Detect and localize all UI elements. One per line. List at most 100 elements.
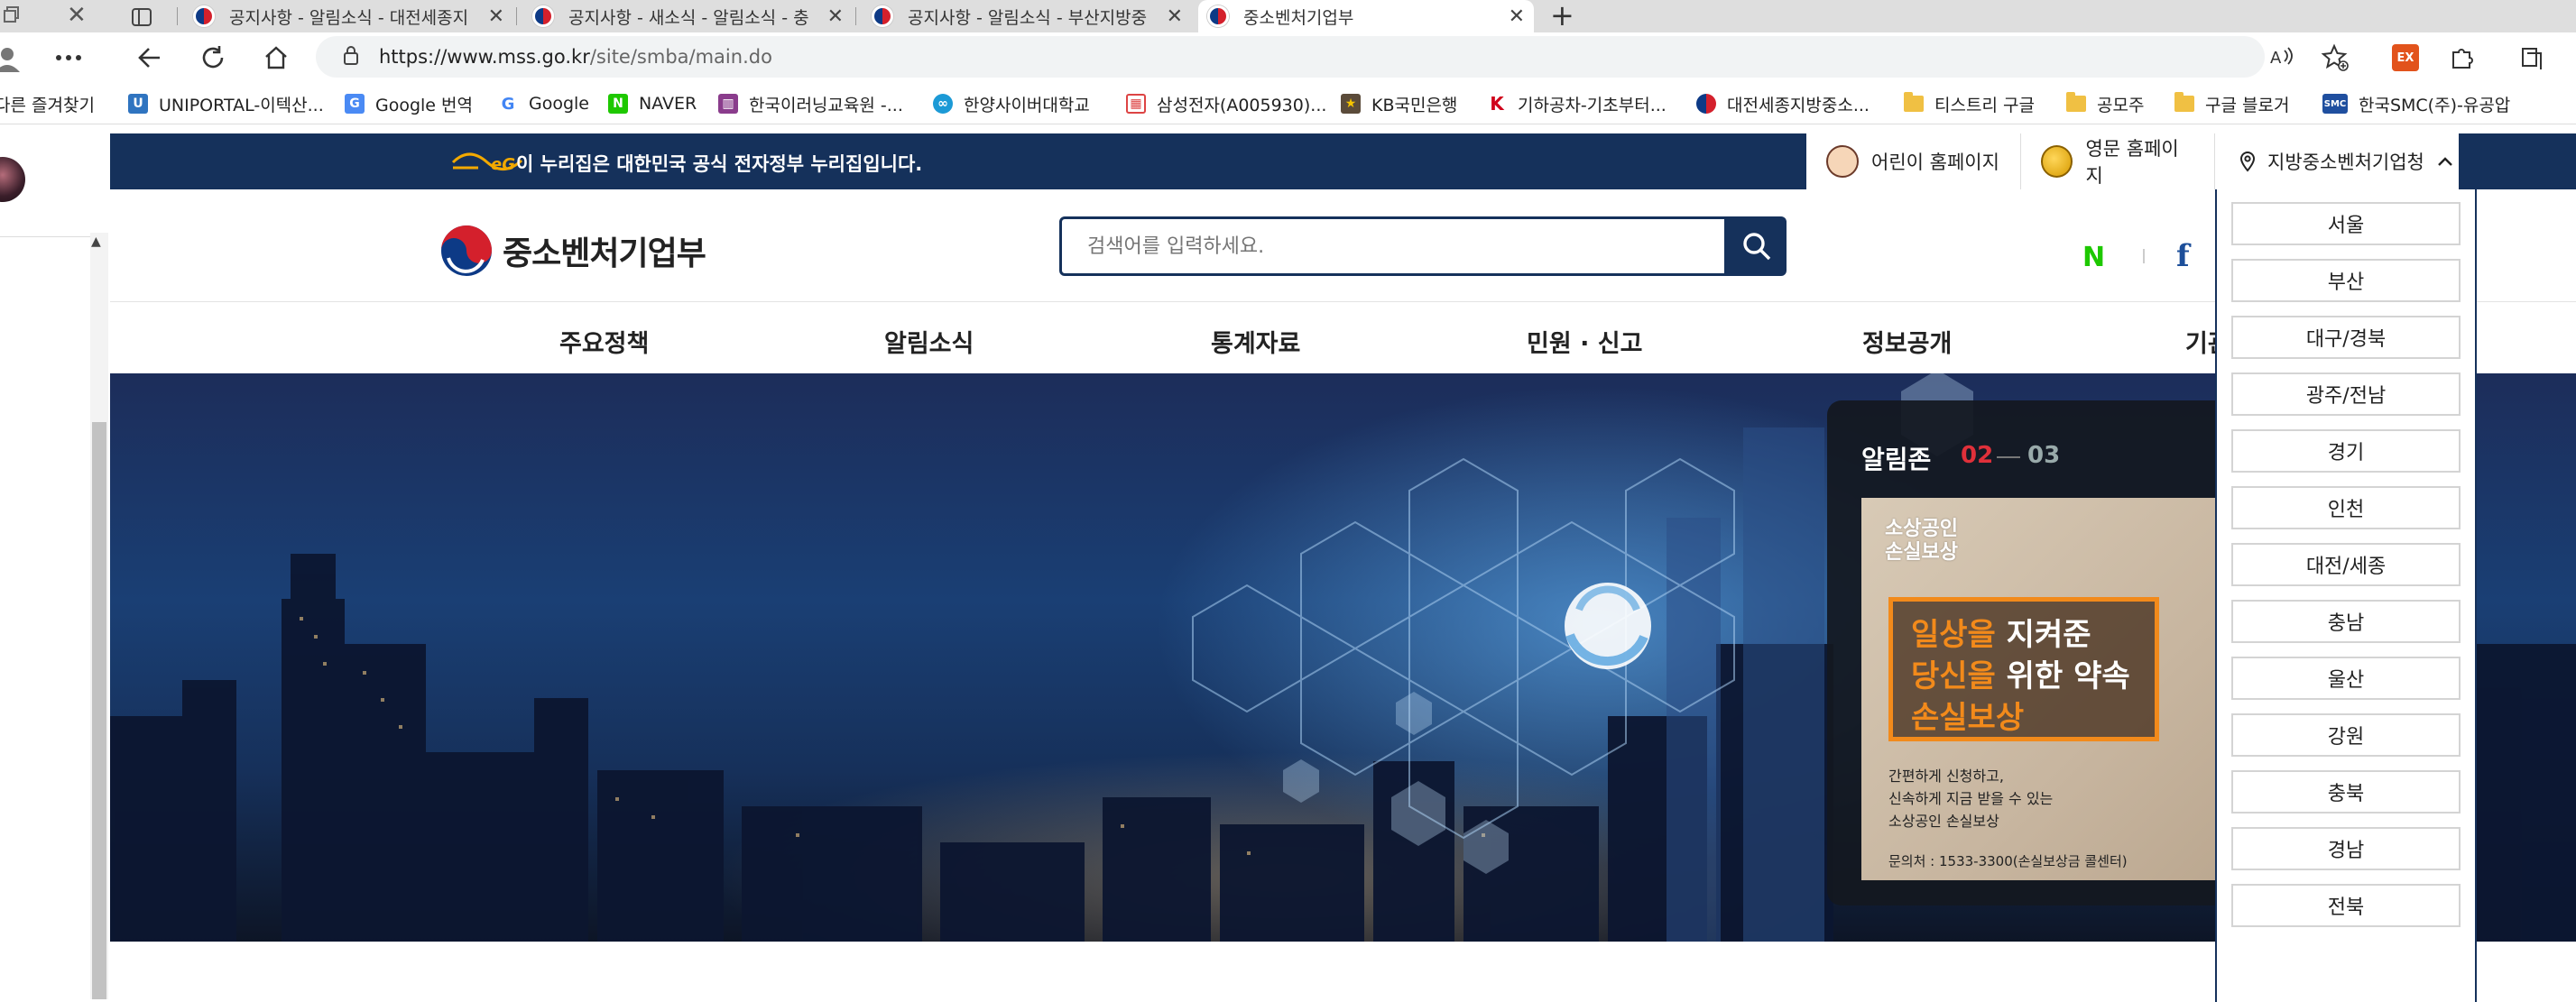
bookmark-label: 티스트리 구글 <box>1934 95 2035 115</box>
scroll-up-icon[interactable]: ▲ <box>91 234 101 249</box>
region-incheon[interactable]: 인천 <box>2231 486 2461 529</box>
extension-ex-icon[interactable]: EX <box>2389 41 2422 74</box>
close-window-icon[interactable]: ✕ <box>67 2 87 29</box>
english-homepage-link[interactable]: 영문 홈페이지 <box>2021 133 2215 189</box>
region-seoul[interactable]: 서울 <box>2231 202 2461 245</box>
nav-statistics[interactable]: 통계자료 <box>1211 324 1300 359</box>
bookmark-google-blogger[interactable]: 구글 블로거 <box>2174 90 2289 117</box>
regional-office-toggle[interactable]: 지방중소벤처기업청 <box>2215 133 2459 189</box>
region-busan[interactable]: 부산 <box>2231 259 2461 302</box>
url-field[interactable]: https://www.mss.go.kr/site/smba/main.do <box>316 36 2265 78</box>
regional-office-label: 지방중소벤처기업청 <box>2267 152 2424 173</box>
building-icon: ▥ <box>718 94 738 114</box>
region-gangwon[interactable]: 강원 <box>2231 713 2461 757</box>
bookmark-naver[interactable]: N NAVER <box>608 90 697 117</box>
tab-chungbuk-notice[interactable]: 공지사항 - 새소식 - 알림소식 - 충 ✕ <box>523 0 853 32</box>
favorite-star-icon[interactable] <box>2319 41 2351 74</box>
bookmark-other-favorites[interactable]: 다른 즐겨찾기 <box>0 90 95 117</box>
search-button[interactable] <box>1727 216 1787 276</box>
region-gwangju-jeonnam[interactable]: 광주/전남 <box>2231 372 2461 416</box>
smc-icon: SMC <box>2322 94 2348 114</box>
avatar[interactable] <box>0 157 25 202</box>
region-gyeongnam[interactable]: 경남 <box>2231 827 2461 870</box>
nav-information-disclosure[interactable]: 정보공개 <box>1862 324 1952 359</box>
bookmark-label: 한양사이버대학교 <box>964 95 1090 115</box>
card-headline-line-3: 손실보상 <box>1911 697 2155 739</box>
profile-icon[interactable] <box>0 40 25 76</box>
search-icon <box>1743 233 1771 261</box>
collections-icon[interactable] <box>2516 41 2548 74</box>
tab-close-icon[interactable]: ✕ <box>1509 5 1525 28</box>
bookmark-tistory-google[interactable]: 티스트리 구글 <box>1904 90 2035 117</box>
naver-icon: N <box>608 94 628 114</box>
card-highlight: 일상을 <box>1911 617 1996 653</box>
facebook-link[interactable]: f <box>2176 238 2190 274</box>
region-chungnam[interactable]: 충남 <box>2231 600 2461 643</box>
bookmark-uniportal[interactable]: U UNIPORTAL-이텍산... <box>128 90 324 117</box>
bookmark-samsung-stock[interactable]: ▦ 삼성전자(A005930)... <box>1126 90 1326 117</box>
tab-mss-main[interactable]: 중소벤처기업부 ✕ <box>1198 0 1534 32</box>
kids-homepage-link[interactable]: 어린이 홈페이지 <box>1806 133 2021 189</box>
bookmark-label: 삼성전자(A005930)... <box>1157 95 1327 115</box>
more-menu-icon[interactable] <box>51 40 87 76</box>
search-input[interactable] <box>1062 219 1724 273</box>
search-box <box>1059 216 1727 276</box>
mss-favicon-icon <box>872 5 893 27</box>
divider <box>0 236 90 237</box>
bookmark-smc[interactable]: SMC 한국SMC(주)-유공압 <box>2322 90 2510 117</box>
restore-icon[interactable] <box>4 5 22 23</box>
card-headline-line-1: 일상을 지켜준 <box>1911 614 2155 656</box>
back-icon[interactable] <box>132 40 168 76</box>
region-jeonbuk[interactable]: 전북 <box>2231 884 2461 927</box>
bookmark-elearning[interactable]: ▥ 한국이러닝교육원 -... <box>718 90 903 117</box>
region-daegu-gyeongbuk[interactable]: 대구/경북 <box>2231 316 2461 359</box>
taegeuk-logo-icon <box>441 225 492 276</box>
tab-busan-notice[interactable]: 공지사항 - 알림소식 - 부산지방중 ✕ <box>863 0 1192 32</box>
scrollbar-thumb[interactable] <box>92 422 106 999</box>
bookmark-google-translate[interactable]: G Google 번역 <box>345 90 473 117</box>
bookmark-daejeon-sme[interactable]: 대전세종지방중소... <box>1696 90 1870 117</box>
naver-blog-link[interactable]: N <box>2082 242 2105 273</box>
tab-list-icon[interactable] <box>132 7 152 27</box>
tab-separator <box>516 7 517 25</box>
region-gyeonggi[interactable]: 경기 <box>2231 429 2461 473</box>
tab-close-icon[interactable]: ✕ <box>827 5 844 28</box>
chevron-up-icon <box>2438 157 2452 166</box>
bookmark-ipo[interactable]: 공모주 <box>2066 90 2144 117</box>
card-contact: 문의처 : 1533-3300(손실보상금 콜센터) <box>1888 853 2128 869</box>
site-logo[interactable]: 중소벤처기업부 <box>439 224 706 278</box>
sns-divider <box>2143 249 2145 263</box>
tab-close-icon[interactable]: ✕ <box>1167 5 1183 28</box>
region-daejeon-sejong[interactable]: 대전/세종 <box>2231 543 2461 586</box>
folder-icon <box>1904 92 1924 114</box>
tab-daejeon-notice[interactable]: 공지사항 - 알림소식 - 대전세종지 ✕ <box>184 0 513 32</box>
bookmark-hanyang-cyber[interactable]: ∞ 한양사이버대학교 <box>933 90 1090 117</box>
card-highlight: 손실보상 <box>1911 700 2025 736</box>
k-icon: K <box>1487 93 1507 115</box>
bookmark-google[interactable]: G Google <box>498 90 589 117</box>
tab-close-icon[interactable]: ✕ <box>488 5 504 28</box>
notice-zone-title: 알림존 <box>1861 445 1932 474</box>
nav-civil-complaints[interactable]: 민원 · 신고 <box>1527 324 1642 359</box>
card-highlight: 당신을 <box>1911 658 1996 694</box>
notice-zone-panel: 알림존 02 03 소상공인 손실보상 일상을 지켜준 당신을 위한 약속 손실… <box>1827 400 2278 905</box>
region-ulsan[interactable]: 울산 <box>2231 657 2461 700</box>
tab-separator <box>177 7 178 25</box>
nav-news[interactable]: 알림소식 <box>884 324 974 359</box>
lock-icon <box>343 45 359 69</box>
slide-total-count[interactable]: 03 <box>2027 442 2060 469</box>
bookmark-kb-bank[interactable]: ★ KB국민은행 <box>1341 90 1457 117</box>
new-tab-icon[interactable]: + <box>1550 0 1574 32</box>
extensions-puzzle-icon[interactable] <box>2445 41 2478 74</box>
bookmark-gd-t[interactable]: K 기하공차-기초부터... <box>1487 90 1667 117</box>
site-header: 중소벤처기업부 N f <box>110 189 2576 301</box>
home-icon[interactable] <box>258 40 294 76</box>
region-chungbuk[interactable]: 충북 <box>2231 770 2461 814</box>
read-aloud-icon[interactable]: A <box>2268 41 2301 74</box>
nav-major-policies[interactable]: 주요정책 <box>559 324 649 359</box>
google-icon: G <box>498 94 518 114</box>
bookmark-label: UNIPORTAL-이텍산... <box>159 95 324 115</box>
refresh-icon[interactable] <box>195 40 231 76</box>
taegeuk-icon <box>1696 94 1716 114</box>
folder-icon <box>2174 92 2194 114</box>
